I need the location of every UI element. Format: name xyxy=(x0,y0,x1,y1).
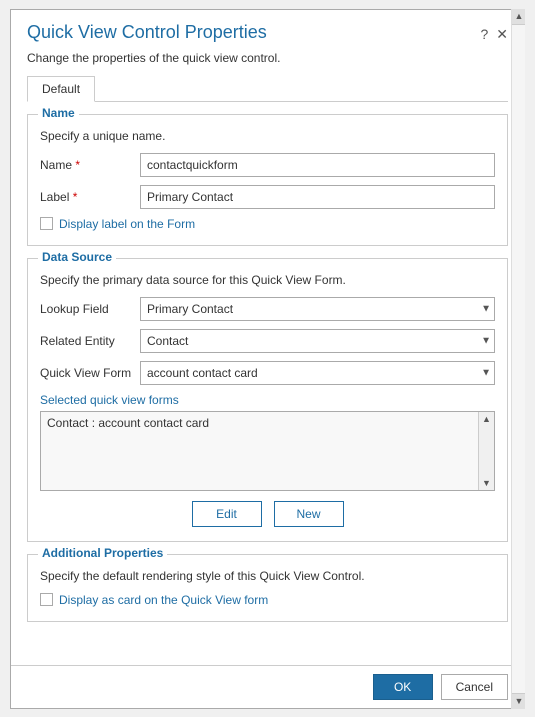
dialog: Quick View Control Properties ? ✕ Change… xyxy=(10,9,525,709)
dialog-footer: OK Cancel xyxy=(11,665,524,708)
tab-default[interactable]: Default xyxy=(27,76,95,102)
dialog-body: Default Name Specify a unique name. Name… xyxy=(11,75,524,665)
label-label: Label * xyxy=(40,190,140,204)
lookup-field-select[interactable]: Primary Contact xyxy=(140,297,495,321)
edit-button[interactable]: Edit xyxy=(192,501,262,527)
scrollbar-down-arrow-icon[interactable]: ▼ xyxy=(482,478,491,488)
selected-forms-box: Contact : account contact card ▲ ▼ xyxy=(40,411,495,491)
close-icon[interactable]: ✕ xyxy=(496,26,508,43)
name-required-star: * xyxy=(75,158,80,172)
related-entity-select-wrapper: Contact ▼ xyxy=(140,329,495,353)
label-row: Label * xyxy=(40,185,495,209)
dialog-title-area: Quick View Control Properties xyxy=(27,22,267,43)
label-required-star: * xyxy=(73,190,78,204)
dialog-title: Quick View Control Properties xyxy=(27,22,267,43)
datasource-section-description: Specify the primary data source for this… xyxy=(40,273,495,287)
datasource-button-row: Edit New xyxy=(40,501,495,527)
selected-forms-label: Selected quick view forms xyxy=(40,393,495,407)
name-section-description: Specify a unique name. xyxy=(40,129,495,143)
scrollbar-top-arrow[interactable]: ▲ xyxy=(512,9,525,25)
display-card-row: Display as card on the Quick View form xyxy=(40,593,495,607)
selected-forms-item: Contact : account contact card xyxy=(47,416,474,430)
datasource-section: Data Source Specify the primary data sou… xyxy=(27,258,508,542)
quick-view-form-label: Quick View Form xyxy=(40,366,140,380)
selected-forms-scrollbar: ▲ ▼ xyxy=(478,412,494,490)
datasource-section-legend: Data Source xyxy=(38,250,116,264)
display-label-row: Display label on the Form xyxy=(40,217,495,231)
scrollbar-up-arrow-icon[interactable]: ▲ xyxy=(482,414,491,424)
cancel-button[interactable]: Cancel xyxy=(441,674,508,700)
name-row: Name * xyxy=(40,153,495,177)
new-button[interactable]: New xyxy=(274,501,344,527)
name-section: Name Specify a unique name. Name * Label… xyxy=(27,114,508,246)
display-label-text[interactable]: Display label on the Form xyxy=(59,217,195,231)
quick-view-form-select-wrapper: account contact card ▼ xyxy=(140,361,495,385)
display-card-checkbox[interactable] xyxy=(40,593,53,606)
display-card-text[interactable]: Display as card on the Quick View form xyxy=(59,593,268,607)
name-label: Name * xyxy=(40,158,140,172)
header-icons: ? ✕ xyxy=(480,26,508,43)
quick-view-form-row: Quick View Form account contact card ▼ xyxy=(40,361,495,385)
quick-view-form-select[interactable]: account contact card xyxy=(140,361,495,385)
help-icon[interactable]: ? xyxy=(480,26,488,43)
additional-section-legend: Additional Properties xyxy=(38,546,167,560)
dialog-container: Quick View Control Properties ? ✕ Change… xyxy=(10,9,525,709)
scrollbar-bottom-arrow[interactable]: ▼ xyxy=(512,693,525,709)
dialog-subtitle: Change the properties of the quick view … xyxy=(11,49,524,75)
related-entity-label: Related Entity xyxy=(40,334,140,348)
related-entity-select[interactable]: Contact xyxy=(140,329,495,353)
additional-section: Additional Properties Specify the defaul… xyxy=(27,554,508,622)
lookup-field-select-wrapper: Primary Contact ▼ xyxy=(140,297,495,321)
tab-bar: Default xyxy=(27,75,508,102)
dialog-header: Quick View Control Properties ? ✕ xyxy=(11,10,524,49)
name-input[interactable] xyxy=(140,153,495,177)
ok-button[interactable]: OK xyxy=(373,674,433,700)
label-input[interactable] xyxy=(140,185,495,209)
lookup-field-label: Lookup Field xyxy=(40,302,140,316)
display-label-checkbox[interactable] xyxy=(40,217,53,230)
lookup-field-row: Lookup Field Primary Contact ▼ xyxy=(40,297,495,321)
name-section-legend: Name xyxy=(38,106,79,120)
dialog-scrollbar: ▲ ▼ xyxy=(511,9,525,709)
additional-section-description: Specify the default rendering style of t… xyxy=(40,569,495,583)
related-entity-row: Related Entity Contact ▼ xyxy=(40,329,495,353)
